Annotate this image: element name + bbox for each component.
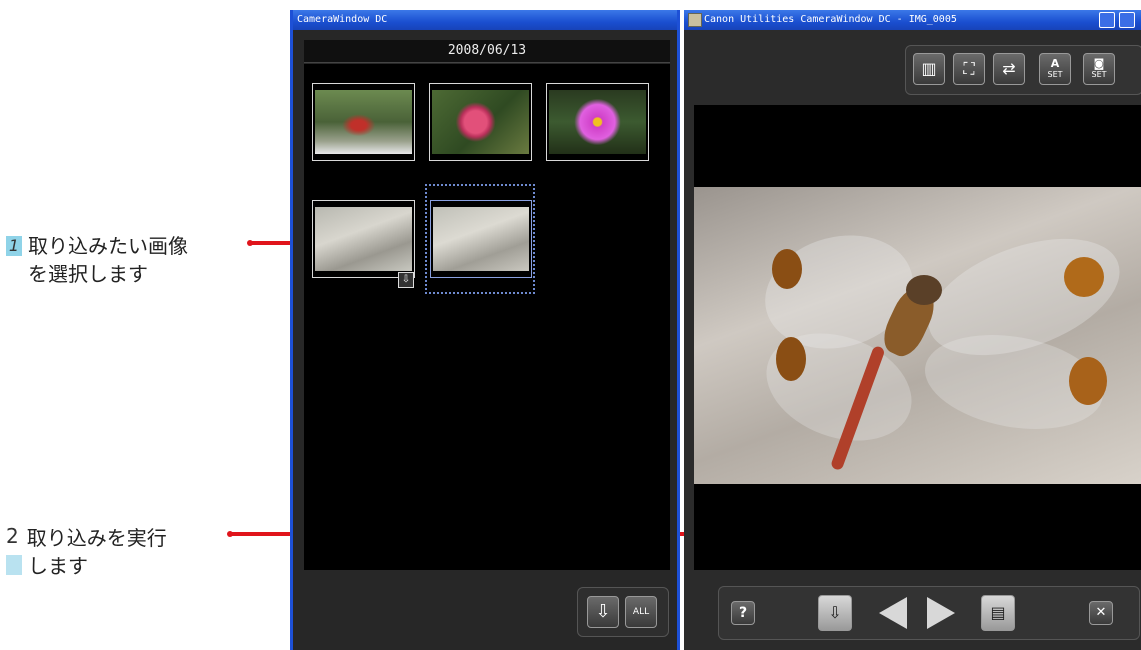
camerawindow-viewer-window: Canon Utilities CameraWindow DC - IMG_00… [684, 10, 1141, 650]
import-all-icon[interactable]: ALL [625, 596, 657, 628]
maximize-button[interactable] [1119, 12, 1135, 28]
viewer-title-bar[interactable]: Canon Utilities CameraWindow DC - IMG_00… [684, 10, 1141, 30]
callout-text-line2: を選択します [28, 262, 148, 286]
import-selected-icon[interactable]: ⇩ [587, 596, 619, 628]
transfer-icon: ⇩ [398, 272, 414, 288]
camerawindow-browser-window: CameraWindow DC 2008/06/13 ⇩ ⇩ ALL [290, 10, 680, 650]
app-icon [688, 13, 702, 27]
window-title-bar[interactable]: CameraWindow DC [293, 10, 677, 30]
dragonfly-thumbnail-2[interactable] [430, 200, 532, 278]
callout-line-2-start [227, 531, 233, 537]
print-icon[interactable]: ▤ [981, 595, 1015, 631]
step-number-badge: 1 [6, 236, 22, 256]
viewer-toolbar: ▥ ⛶ ⇄ A SET ◙ SET [905, 45, 1141, 95]
fullscreen-icon[interactable]: ⛶ [953, 53, 985, 85]
callout-line-1-start [247, 240, 253, 246]
dragonfly-preview-image[interactable] [694, 187, 1141, 484]
date-header: 2008/06/13 [304, 40, 670, 63]
dragonfly-thumbnail-1[interactable] [312, 200, 415, 278]
step-number-badge: 2 [6, 524, 19, 548]
layout-icon[interactable]: ▥ [913, 53, 945, 85]
auto-set-label: SET [1047, 70, 1063, 79]
auto-set-letter: A [1050, 57, 1060, 70]
callout-text-line2: します [28, 554, 88, 578]
auto-set-icon[interactable]: A SET [1039, 53, 1071, 85]
callout-text-line1: 取り込みを実行 [26, 526, 167, 550]
callout-step-1: 1 取り込みたい画像 を選択します [6, 232, 188, 288]
callout-text-line1: 取り込みたい画像 [28, 234, 188, 258]
import-icon[interactable]: ⇩ [818, 595, 852, 631]
window-title: CameraWindow DC [297, 14, 388, 25]
help-icon[interactable]: ? [731, 601, 755, 625]
camera-set-icon[interactable]: ◙ SET [1083, 53, 1115, 85]
next-icon[interactable] [927, 597, 955, 629]
minimize-button[interactable] [1099, 12, 1115, 28]
cosmos-flower-thumbnail[interactable] [546, 83, 649, 161]
bottom-button-group: ⇩ ALL [577, 587, 669, 637]
image-viewer-area [694, 105, 1141, 570]
callout-step-2: 2 取り込みを実行 します [6, 524, 167, 580]
viewer-bottom-toolbar: ? ⇩ ▤ ✕ [718, 586, 1140, 640]
camera-transfer-icon[interactable]: ⇄ [993, 53, 1025, 85]
step-marker [6, 555, 22, 575]
red-bud-thumbnail[interactable] [312, 83, 415, 161]
camera-set-label: SET [1091, 70, 1107, 79]
previous-icon[interactable] [879, 597, 907, 629]
viewer-title: Canon Utilities CameraWindow DC - IMG_00… [704, 14, 957, 25]
pink-rose-thumbnail[interactable] [429, 83, 532, 161]
close-icon[interactable]: ✕ [1089, 601, 1113, 625]
